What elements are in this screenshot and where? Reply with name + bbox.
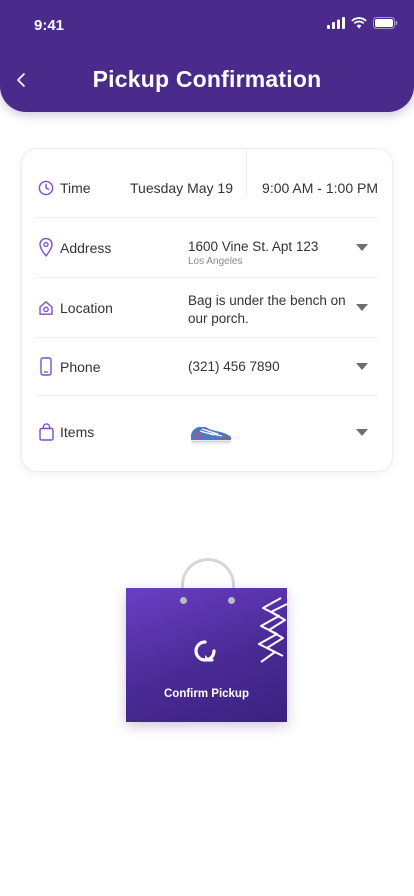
location-dropdown-icon[interactable] <box>356 304 368 311</box>
wifi-icon <box>351 17 367 29</box>
location-label: Location <box>60 299 113 316</box>
confirm-pickup-button[interactable]: Confirm Pickup <box>126 588 287 722</box>
status-time: 9:41 <box>34 17 65 34</box>
pickup-details-card: Time Tuesday May 19 9:00 AM - 1:00 PM Ad… <box>21 148 393 472</box>
bag-rivet-right <box>228 597 235 604</box>
phone-row[interactable]: Phone (321) 456 7890 <box>36 338 378 396</box>
confirm-pickup-label: Confirm Pickup <box>164 688 249 700</box>
phone-label: Phone <box>60 358 101 375</box>
location-row[interactable]: Location Bag is under the bench on our p… <box>36 278 378 338</box>
address-value: 1600 Vine St. Apt 123 Los Angeles <box>188 238 318 267</box>
phone-value: (321) 456 7890 <box>188 358 280 374</box>
address-row[interactable]: Address 1600 Vine St. Apt 123 Los Angele… <box>36 218 378 278</box>
signal-icon <box>327 17 345 29</box>
pickup-date: Tuesday May 19 <box>130 180 233 196</box>
address-line1: 1600 Vine St. Apt 123 <box>188 239 319 254</box>
address-label: Address <box>60 239 112 256</box>
shopping-bag-icon <box>37 422 55 442</box>
page-title: Pickup Confirmation <box>92 66 322 92</box>
clock-icon <box>37 178 55 198</box>
zigzag-doodle-icon <box>258 597 287 663</box>
pickup-time-range: 9:00 AM - 1:00 PM <box>262 180 378 196</box>
refresh-logo-icon <box>194 640 216 662</box>
items-row[interactable]: Items <box>36 396 378 468</box>
battery-icon <box>373 17 398 29</box>
phone-dropdown-icon[interactable] <box>356 363 368 370</box>
items-dropdown-icon[interactable] <box>356 428 368 436</box>
address-dropdown-icon[interactable] <box>356 244 368 251</box>
address-city: Los Angeles <box>188 256 243 267</box>
time-label: Time <box>60 180 91 196</box>
location-value: Bag is under the bench on our porch. <box>188 293 346 326</box>
sneaker-icon <box>188 422 234 451</box>
phone-icon <box>37 357 55 377</box>
status-icons <box>327 17 398 29</box>
header: 9:41 Pickup Confirmation <box>0 0 414 112</box>
time-divider <box>246 149 247 195</box>
time-row[interactable]: Time Tuesday May 19 9:00 AM - 1:00 PM <box>36 149 378 218</box>
bag-rivet-left <box>180 597 187 604</box>
location-pin-icon <box>37 238 55 258</box>
home-pin-icon <box>37 298 55 318</box>
items-label: Items <box>60 424 95 440</box>
